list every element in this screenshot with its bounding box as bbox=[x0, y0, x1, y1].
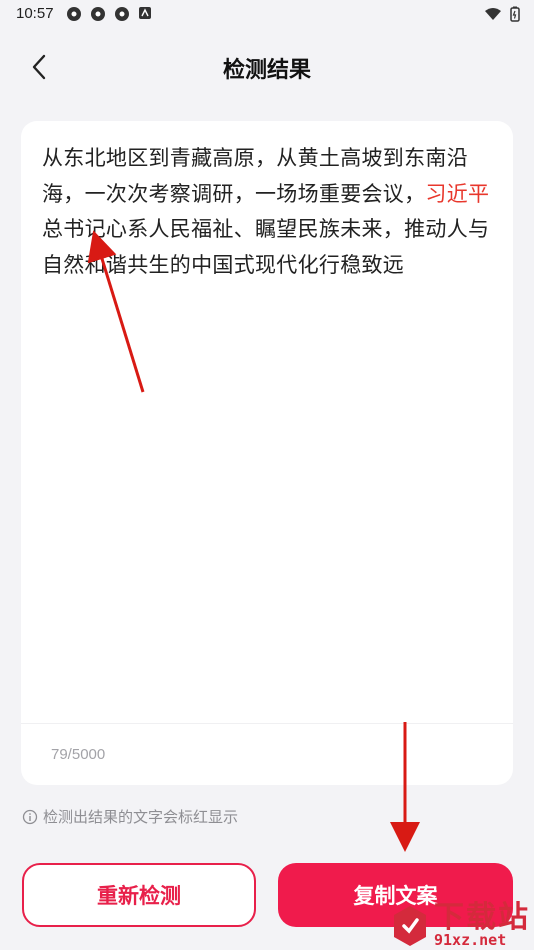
highlighted-word: 习近平 bbox=[425, 181, 490, 206]
result-text[interactable]: 从东北地区到青藏高原，从黄土高坡到东南沿海，一次次考察调研，一场场重要会议，习近… bbox=[42, 141, 492, 283]
app-notification-icon bbox=[91, 7, 105, 21]
watermark-url: 91xz.net bbox=[434, 931, 507, 949]
status-time: 10:57 bbox=[16, 5, 54, 22]
result-text-after: 总书记心系人民福祉、瞩望民族未来，推动人与自然和谐共生的中国式现代化行稳致远 bbox=[42, 217, 490, 277]
char-count: 79/5000 bbox=[51, 746, 106, 763]
status-system-icons bbox=[484, 6, 520, 22]
wifi-icon bbox=[485, 8, 501, 20]
header-bar: 检测结果 bbox=[0, 40, 534, 96]
status-bar: 10:57 bbox=[0, 0, 534, 28]
watermark-title: 下载站 bbox=[434, 900, 530, 935]
battery-icon bbox=[510, 6, 520, 22]
watermark: 下载站 91xz.net bbox=[390, 903, 530, 948]
card-divider bbox=[21, 723, 513, 724]
watermark-logo-icon bbox=[394, 905, 426, 946]
watermark-text: 下载站 91xz.net bbox=[434, 903, 530, 948]
app-notification-icon bbox=[67, 7, 81, 21]
keyboard-icon bbox=[139, 7, 151, 19]
app-notification-icon bbox=[115, 7, 129, 21]
result-card: 从东北地区到青藏高原，从黄土高坡到东南沿海，一次次考察调研，一场场重要会议，习近… bbox=[21, 121, 513, 785]
redetect-button[interactable]: 重新检测 bbox=[22, 863, 256, 927]
page-title: 检测结果 bbox=[222, 58, 311, 83]
info-icon bbox=[22, 809, 38, 824]
result-text-before: 从东北地区到青藏高原，从黄土高坡到东南沿海，一次次考察调研，一场场重要会议， bbox=[42, 146, 468, 206]
hint: 检测出结果的文字会标红显示 bbox=[22, 806, 238, 827]
hint-text: 检测出结果的文字会标红显示 bbox=[43, 808, 239, 826]
status-notification-icons bbox=[66, 6, 152, 22]
